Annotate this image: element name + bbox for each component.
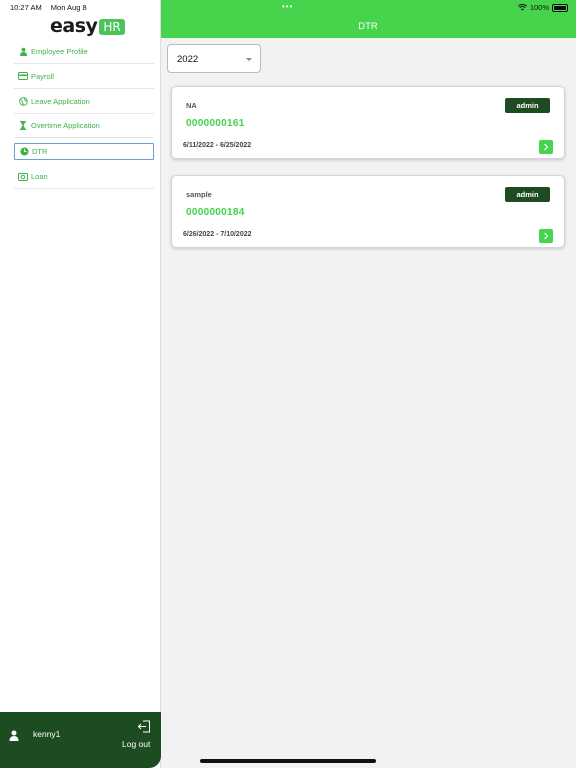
sidebar-item-dtr[interactable]: DTR: [14, 143, 154, 161]
chevron-right-icon[interactable]: [539, 140, 553, 154]
dtr-card-dates: 6/11/2022 - 6/25/2022: [183, 142, 252, 149]
dtr-card-id: 0000000161: [186, 118, 245, 129]
logo-easy: easy: [50, 15, 98, 37]
year-select-value: 2022: [177, 54, 199, 65]
wifi-icon: [517, 4, 527, 11]
app-logo: easy HR: [50, 15, 125, 37]
sidebar-item-overtime-application[interactable]: Overtime Application: [14, 114, 154, 139]
page-title: DTR: [358, 21, 378, 32]
dtr-card-name: NA: [186, 101, 197, 110]
sidebar-item-loan[interactable]: Loan: [14, 165, 154, 190]
caret-down-icon: [246, 58, 252, 61]
sidebar-item-payroll[interactable]: Payroll: [14, 65, 154, 89]
card-icon: [18, 71, 28, 81]
logo-hr: HR: [99, 19, 125, 35]
logout-button[interactable]: Log out: [122, 739, 150, 749]
role-badge: admin: [505, 187, 550, 202]
hourglass-icon: [18, 121, 28, 131]
globe-icon: [18, 96, 28, 106]
sidebar-item-label: Payroll: [31, 71, 54, 81]
logout-icon[interactable]: [137, 720, 151, 738]
sidebar-item-label: Loan: [31, 172, 48, 182]
user-footer: kenny1 Log out: [0, 712, 161, 768]
sidebar-menu: Employee Profile Payroll Leave Applicati…: [14, 40, 154, 190]
year-select[interactable]: 2022: [167, 44, 261, 73]
dtr-card-name: sample: [186, 190, 212, 199]
money-icon: [18, 172, 28, 182]
chevron-right-icon[interactable]: [539, 229, 553, 243]
status-date: Mon Aug 8: [50, 3, 87, 12]
dtr-card-dates: 6/26/2022 - 7/10/2022: [183, 231, 252, 238]
dtr-card[interactable]: sample admin 0000000184 6/26/2022 - 7/10…: [171, 175, 565, 248]
dtr-card-id: 0000000184: [186, 207, 245, 218]
multitask-dots-icon[interactable]: •••: [282, 2, 293, 11]
battery-percent: 100%: [529, 3, 549, 12]
sidebar: easy HR Employee Profile Payroll Leave A…: [0, 0, 161, 768]
sidebar-item-label: Overtime Application: [31, 121, 100, 131]
sidebar-item-label: DTR: [32, 147, 48, 157]
battery-icon: [552, 3, 568, 12]
sidebar-item-leave-application[interactable]: Leave Application: [14, 90, 154, 114]
username: kenny1: [33, 729, 61, 739]
home-indicator[interactable]: [200, 759, 376, 763]
status-bar: 10:27 AM Mon Aug 8 ••• 100%: [0, 0, 576, 14]
person-icon: [18, 47, 28, 57]
role-badge: admin: [505, 98, 550, 113]
status-time: 10:27 AM: [10, 3, 42, 12]
dtr-card[interactable]: NA admin 0000000161 6/11/2022 - 6/25/202…: [171, 86, 565, 159]
clock-icon: [19, 147, 29, 157]
sidebar-item-employee-profile[interactable]: Employee Profile: [14, 40, 154, 64]
sidebar-item-label: Employee Profile: [31, 47, 88, 56]
sidebar-item-label: Leave Application: [31, 96, 90, 106]
user-icon: [9, 728, 19, 746]
